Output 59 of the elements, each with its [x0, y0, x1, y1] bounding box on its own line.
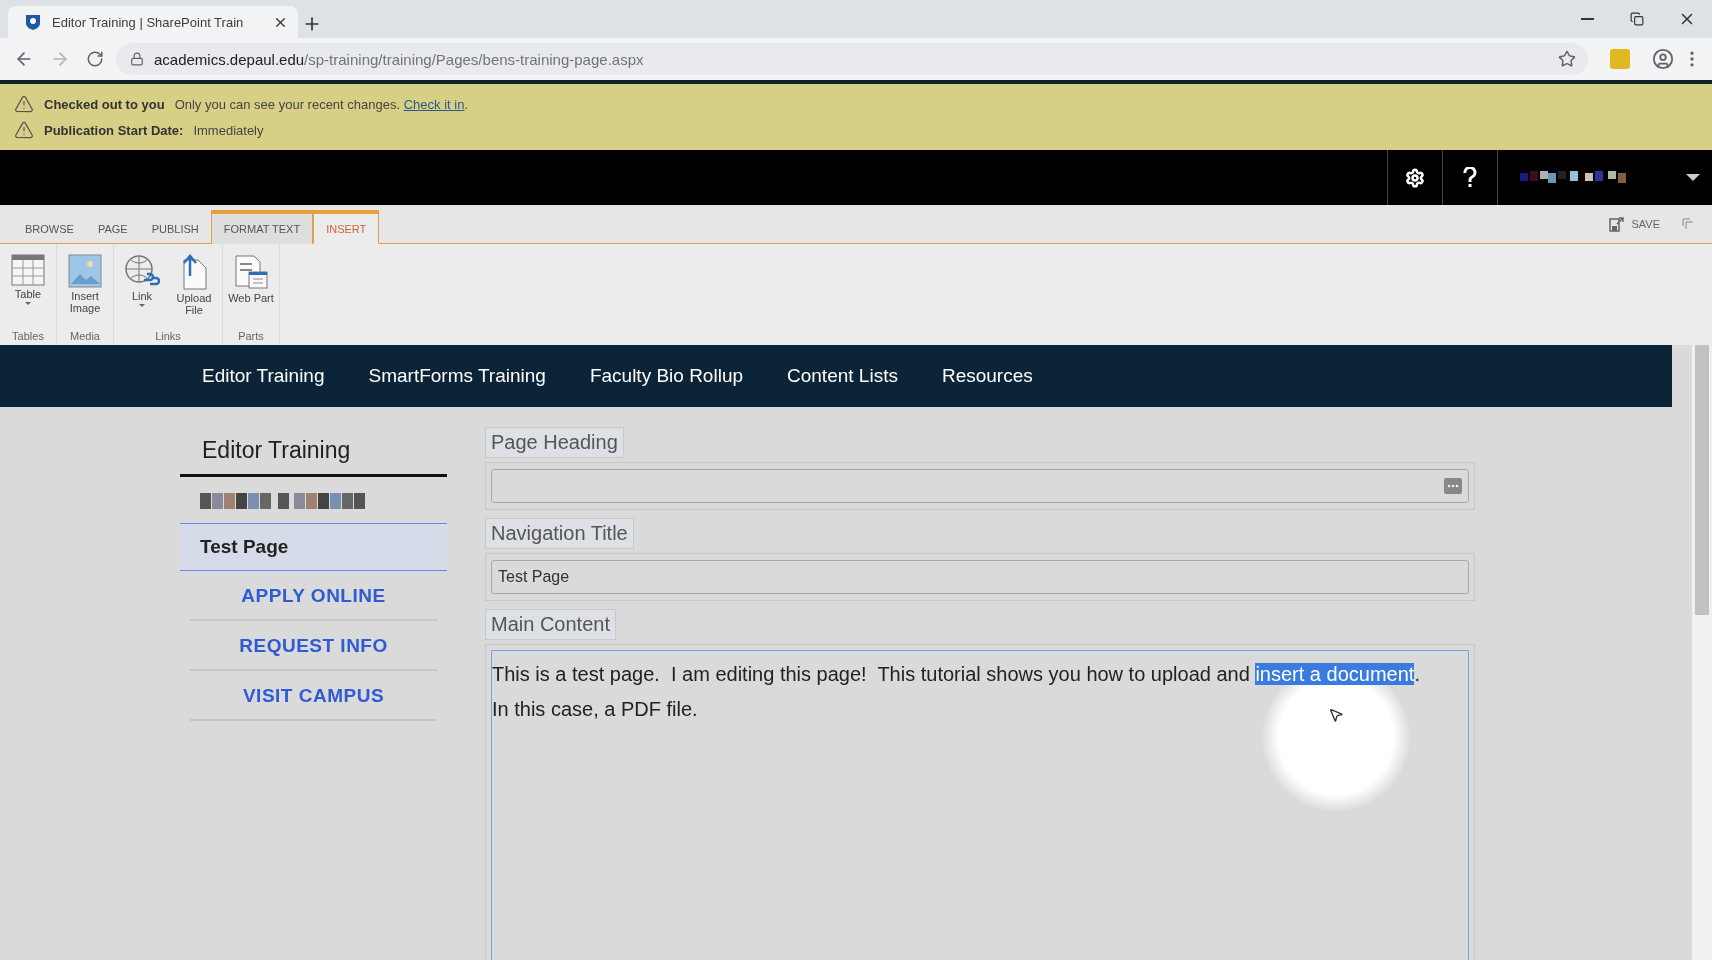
- nav-link[interactable]: Editor Training: [202, 365, 325, 387]
- ribbon-button[interactable]: Insert Image: [61, 254, 109, 330]
- address-bar[interactable]: academics.depaul.edu/sp-training/training/Pages/bens-training-page.aspx: [116, 43, 1588, 75]
- ribbon-button[interactable]: Table: [4, 254, 52, 330]
- ribbon-tab[interactable]: FORMAT TEXT: [210, 210, 314, 244]
- site-shield-icon: [24, 13, 42, 31]
- tab-title: Editor Training | SharePoint Train: [52, 14, 245, 30]
- bookmark-star-icon[interactable]: [1558, 50, 1576, 68]
- globe-link-icon: [124, 254, 160, 288]
- image-icon: [68, 254, 102, 288]
- group-label: Parts: [237, 330, 265, 344]
- section-title: Editor Training: [180, 427, 447, 477]
- group-label: Tables: [11, 330, 45, 344]
- minimize-icon: [1580, 18, 1594, 20]
- help-icon: [1463, 166, 1477, 189]
- caret-icon: [1686, 174, 1700, 181]
- action-link[interactable]: VISIT CAMPUS: [190, 671, 437, 721]
- status-text: Immediately: [193, 122, 264, 138]
- nav-link[interactable]: Content Lists: [787, 365, 898, 387]
- ribbon-button[interactable]: Upload File: [170, 254, 218, 330]
- warning-icon: [14, 94, 34, 114]
- nav-link[interactable]: Faculty Bio Rollup: [589, 365, 743, 387]
- nav-link[interactable]: SmartForms Training: [368, 365, 546, 387]
- action-link[interactable]: APPLY ONLINE: [190, 571, 437, 621]
- field-label: Page Heading: [485, 427, 624, 458]
- table-icon: [11, 254, 45, 286]
- side-nav-item[interactable]: Test Page: [180, 523, 447, 571]
- rich-text-editor[interactable]: This is a test page. I am editing this page! This tutorial shows you how to upload and insert a document. In this case, a PDF file.: [491, 650, 1469, 960]
- settings-icon: [1405, 167, 1425, 188]
- reload-icon: [86, 50, 104, 68]
- status-title: Checked out to you: [44, 96, 165, 112]
- action-link[interactable]: REQUEST INFO: [190, 621, 437, 671]
- warning-icon: [14, 120, 34, 140]
- ribbon-tab[interactable]: PAGE: [85, 214, 140, 244]
- lock-icon: [130, 52, 144, 66]
- save-icon: [1609, 216, 1626, 232]
- browser-tab[interactable]: Editor Training | SharePoint Train: [8, 6, 298, 38]
- mouse-pointer-icon: [1328, 707, 1344, 723]
- status-text: Only you can see your recent changes. Check it in.: [174, 96, 469, 112]
- content-text: In this case, a PDF file.: [492, 697, 698, 722]
- group-label: Links: [154, 330, 182, 344]
- text-field[interactable]: Test Page: [491, 560, 1469, 594]
- web-part-icon: [234, 254, 268, 290]
- restore-icon: [1630, 12, 1644, 26]
- more-icon[interactable]: [1444, 478, 1462, 494]
- profile-icon[interactable]: [1652, 48, 1674, 70]
- status-title: Publication Start Date:: [44, 122, 184, 138]
- field-label: Main Content: [485, 609, 616, 640]
- field-label: Navigation Title: [485, 518, 634, 549]
- ribbon-button[interactable]: Link: [118, 254, 166, 330]
- save-button[interactable]: SAVE: [1603, 215, 1666, 233]
- scrollbar-thumb[interactable]: [1695, 345, 1709, 615]
- ribbon-tab[interactable]: BROWSE: [13, 214, 86, 244]
- ribbon-button[interactable]: Web Part: [227, 254, 275, 330]
- content-text: This is a test page. I am editing this page! This tutorial shows you how to upload and insert a document.: [492, 662, 1420, 687]
- group-label: Media: [69, 330, 101, 344]
- ribbon-tab[interactable]: PUBLISH: [139, 214, 211, 244]
- text-field[interactable]: [491, 469, 1469, 503]
- nav-link[interactable]: Resources: [941, 365, 1033, 387]
